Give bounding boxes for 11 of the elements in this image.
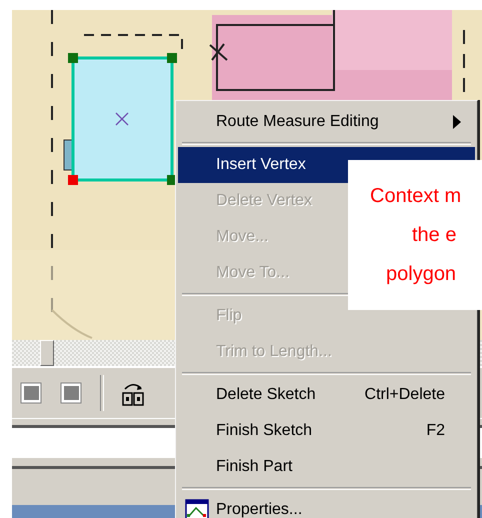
- menu-item[interactable]: Delete Sketch Ctrl+Delete: [178, 377, 475, 413]
- square-icon: [60, 382, 82, 404]
- square-icon: [20, 382, 42, 404]
- scrollbar-thumb[interactable]: [40, 340, 54, 366]
- callout-text: polygon: [385, 262, 458, 287]
- menu-item[interactable]: Route Measure Editing: [178, 104, 475, 140]
- callout-text: the e: [411, 223, 458, 248]
- callout-text: Context m: [369, 184, 462, 209]
- menu-item[interactable]: Properties...: [178, 492, 475, 518]
- menu-item[interactable]: Finish Part: [178, 449, 475, 485]
- menu-item[interactable]: Finish Sketch F2: [178, 413, 475, 449]
